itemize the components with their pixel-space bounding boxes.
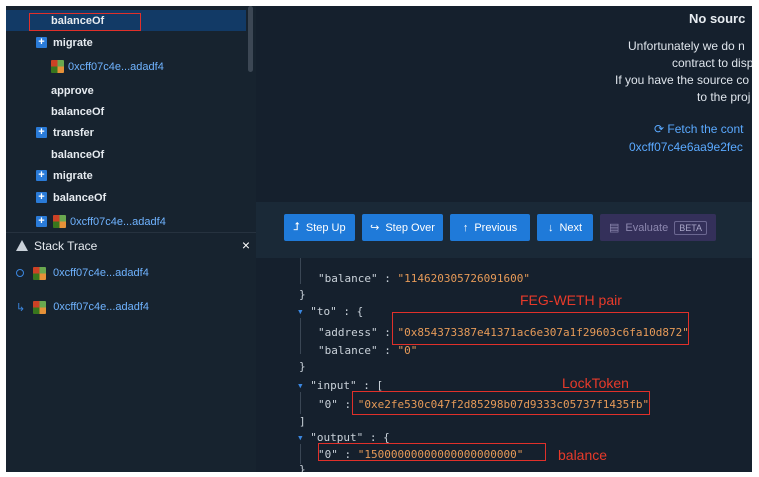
step-up-icon: ⮥ <box>293 221 300 233</box>
step-over-button[interactable]: ↪ Step Over <box>362 214 443 241</box>
next-label: Next <box>559 221 583 234</box>
code-line: "balance" : "114620305726091600" <box>318 272 530 285</box>
debug-toolbar: ⮥ Step Up ↪ Step Over ↑ Previous ↓ Next … <box>256 202 752 258</box>
tree-item-balanceof[interactable]: + balanceOf <box>6 187 246 208</box>
annotation-pair: FEG-WETH pair <box>520 292 622 308</box>
step-up-button[interactable]: ⮥ Step Up <box>284 214 355 241</box>
code-line: ] <box>299 415 306 428</box>
tree-item-label: 0xcff07c4e...adadf4 <box>70 215 166 228</box>
code-line: } <box>299 463 306 472</box>
stack-trace-address: 0xcff07c4e...adadf4 <box>53 301 150 313</box>
tree-item-address[interactable]: + 0xcff07c4e...adadf4 <box>6 211 246 232</box>
expand-icon[interactable]: + <box>36 216 47 227</box>
step-up-label: Step Up <box>305 221 346 234</box>
tree-item-migrate[interactable]: + migrate <box>6 165 246 186</box>
tree-item-migrate[interactable]: + migrate <box>6 32 246 53</box>
source-title: No sourc <box>689 11 746 26</box>
left-panel: balanceOf + migrate 0xcff07c4e...adadf4 … <box>6 6 256 472</box>
beta-badge: BETA <box>674 220 708 235</box>
annotation-box-balance <box>318 443 546 461</box>
stack-trace-address: 0xcff07c4e...adadf4 <box>53 267 149 279</box>
tree-item-label: approve <box>51 84 94 97</box>
indent-guide <box>300 392 301 414</box>
fetch-contract-link[interactable]: ⟳ Fetch the cont <box>654 122 743 136</box>
contract-avatar-icon <box>51 60 64 73</box>
document-icon: ▤ <box>608 222 620 234</box>
tree-item-balanceof[interactable]: balanceOf <box>6 144 246 165</box>
tree-item-transfer[interactable]: + transfer <box>6 122 246 143</box>
tree-scrollbar[interactable] <box>248 6 253 72</box>
evaluate-label: Evaluate <box>625 221 669 234</box>
contract-avatar-icon <box>53 215 66 228</box>
code-line: } <box>299 288 306 301</box>
stack-trace-title: Stack Trace <box>34 238 98 253</box>
indent-guide <box>300 444 301 464</box>
tree-item-label: transfer <box>53 126 94 139</box>
json-viewer: "balance" : "114620305726091600" } ▾ "to… <box>256 258 752 472</box>
warning-icon <box>16 240 28 251</box>
call-tree: balanceOf + migrate 0xcff07c4e...adadf4 … <box>6 6 256 232</box>
expand-icon[interactable]: + <box>36 127 47 138</box>
tree-item-label: balanceOf <box>51 148 105 161</box>
return-arrow-icon: ↳ <box>16 301 26 314</box>
annotation-box-locktoken <box>352 391 650 415</box>
tree-item-approve[interactable]: approve <box>6 80 246 101</box>
tree-item-label: migrate <box>53 169 93 182</box>
evaluate-button[interactable]: ▤ Evaluate BETA <box>600 214 716 241</box>
debugger-window: balanceOf + migrate 0xcff07c4e...adadf4 … <box>6 6 752 472</box>
previous-button[interactable]: ↑ Previous <box>450 214 530 241</box>
arrow-down-icon: ↓ <box>547 221 554 234</box>
collapse-icon: ▾ <box>297 379 304 392</box>
tree-item-label: migrate <box>53 36 93 49</box>
annotation-locktoken: LockToken <box>562 375 629 391</box>
annotation-box-pair <box>392 312 689 345</box>
next-button[interactable]: ↓ Next <box>537 214 593 241</box>
tree-item-label: balanceOf <box>51 105 105 118</box>
indent-guide <box>300 318 301 354</box>
indent-guide <box>300 258 301 284</box>
close-icon[interactable]: × <box>242 237 250 253</box>
expand-icon[interactable]: + <box>36 170 47 181</box>
stack-trace-header: Stack Trace × <box>6 232 256 258</box>
source-panel: No sourc Unfortunately we do n contract … <box>256 6 752 202</box>
collapse-icon: ▾ <box>297 305 304 318</box>
annotation-balance: balance <box>558 447 608 463</box>
stack-trace-row[interactable]: ↳ 0xcff07c4e...adadf4 <box>6 297 256 317</box>
current-frame-icon <box>16 269 24 277</box>
fetch-label: Fetch the cont <box>667 122 744 136</box>
tree-item-label: 0xcff07c4e...adadf4 <box>68 60 164 73</box>
highlight-box <box>29 13 141 31</box>
code-line: "balance" : "0" <box>318 344 418 357</box>
source-message: If you have the source co <box>615 73 750 87</box>
source-message: to the proj <box>697 90 751 104</box>
step-over-icon: ↪ <box>370 222 380 234</box>
collapse-icon: ▾ <box>297 431 304 444</box>
source-message: Unfortunately we do n <box>628 39 745 53</box>
step-over-label: Step Over <box>385 221 435 234</box>
tree-item-label: balanceOf <box>53 191 107 204</box>
previous-label: Previous <box>474 221 518 234</box>
expand-icon[interactable]: + <box>36 37 47 48</box>
contract-avatar-icon <box>33 300 47 314</box>
source-message: contract to disp <box>672 56 752 70</box>
stack-trace-row[interactable]: 0xcff07c4e...adadf4 <box>6 263 256 283</box>
refresh-icon: ⟳ <box>654 122 665 136</box>
contract-address-link[interactable]: 0xcff07c4e6aa9e2fec <box>629 140 743 154</box>
arrow-up-icon: ↑ <box>462 221 469 234</box>
contract-avatar-icon <box>33 266 46 280</box>
tree-item-balanceof[interactable]: balanceOf <box>6 101 246 122</box>
code-line: } <box>299 360 306 373</box>
code-line[interactable]: ▾ "to" : { <box>297 304 363 319</box>
expand-icon[interactable]: + <box>36 192 47 203</box>
tree-item-address[interactable]: 0xcff07c4e...adadf4 <box>6 56 246 77</box>
